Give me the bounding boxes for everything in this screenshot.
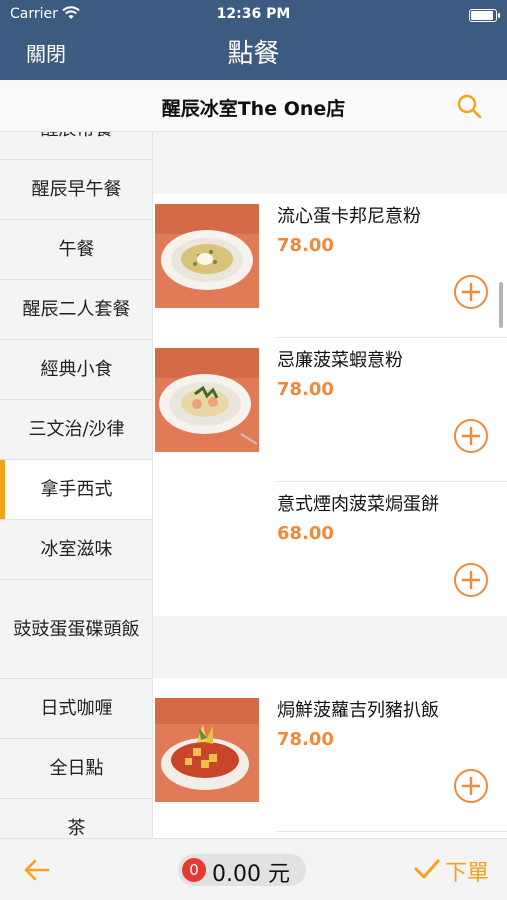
category-label: 醒辰常餐	[41, 132, 113, 149]
cart-count-badge: 0	[182, 858, 206, 882]
category-label: 豉豉蛋蛋碟頭飯	[13, 618, 140, 640]
shrimp-pasta-image	[155, 348, 259, 452]
category-item[interactable]: 醒辰二人套餐	[0, 280, 152, 340]
category-label: 日式咖喱	[40, 698, 113, 719]
status-bar: Carrier 12:36 PM	[0, 4, 507, 26]
category-label: 醒辰二人套餐	[22, 299, 131, 320]
category-label: 經典小食	[40, 359, 113, 380]
clock: 12:36 PM	[216, 6, 291, 22]
checkmark-icon	[414, 859, 440, 879]
category-item[interactable]: 日式咖喱	[0, 679, 152, 739]
top-navigation-bar: Carrier 12:36 PM 關閉 點餐	[0, 0, 507, 80]
add-icon[interactable]	[453, 418, 489, 454]
item-price: 78.00	[277, 379, 334, 400]
search-icon[interactable]	[455, 92, 483, 120]
store-name: 醒辰冰室The One店	[161, 98, 346, 120]
section-separator	[153, 132, 507, 194]
category-label: 冰室滋味	[40, 539, 113, 560]
category-item[interactable]: 醒辰常餐	[0, 132, 152, 160]
item-price: 78.00	[277, 235, 334, 256]
category-item[interactable]: 全日點	[0, 739, 152, 799]
menu-item[interactable]: 忌廉菠菜蝦意粉 78.00	[153, 338, 507, 482]
bottom-bar: 0 0.00 元 下單	[0, 838, 507, 900]
add-icon[interactable]	[453, 562, 489, 598]
battery-icon	[469, 9, 500, 22]
item-name: 流心蛋卡邦尼意粉	[277, 206, 421, 227]
category-item[interactable]: 經典小食	[0, 340, 152, 400]
cart-summary[interactable]: 0 0.00 元	[178, 854, 306, 887]
carbonara-image	[155, 204, 259, 308]
category-item[interactable]: 午餐	[0, 220, 152, 280]
item-price: 78.00	[277, 729, 334, 750]
menu-list[interactable]: 流心蛋卡邦尼意粉 78.00 忌廉菠菜蝦意粉 78.00 意式煙肉菠菜焗蛋餅 6…	[153, 132, 507, 838]
scrollbar[interactable]	[499, 282, 503, 328]
category-label: 茶	[67, 818, 86, 838]
category-item[interactable]: 豉豉蛋蛋碟頭飯	[0, 580, 152, 679]
item-name: 忌廉菠菜蝦意粉	[277, 350, 403, 371]
place-order-label: 下單	[445, 861, 490, 886]
category-item[interactable]: 茶	[0, 799, 152, 838]
page-title: 點餐	[227, 39, 280, 69]
item-name: 意式煙肉菠菜焗蛋餅	[277, 494, 439, 515]
place-order-button[interactable]: 下單	[413, 853, 495, 887]
category-list: 醒辰常餐醒辰早午餐午餐醒辰二人套餐經典小食三文治/沙律拿手西式冰室滋味豉豉蛋蛋碟…	[0, 132, 152, 838]
item-price: 68.00	[277, 523, 334, 544]
category-label: 拿手西式	[40, 479, 113, 500]
cart-total: 0.00 元	[212, 862, 290, 887]
category-item[interactable]: 三文治/沙律	[0, 400, 152, 460]
category-sidebar[interactable]: 醒辰常餐醒辰早午餐午餐醒辰二人套餐經典小食三文治/沙律拿手西式冰室滋味豉豉蛋蛋碟…	[0, 132, 153, 838]
divider	[277, 831, 507, 832]
menu-item[interactable]: 意式煙肉菠菜焗蛋餅 68.00	[153, 482, 507, 626]
category-label: 醒辰早午餐	[31, 179, 122, 200]
menu-item[interactable]: 焗鮮菠蘿吉列豬扒飯 78.00	[153, 688, 507, 832]
item-name: 焗鮮菠蘿吉列豬扒飯	[277, 700, 439, 721]
category-item[interactable]: 拿手西式	[0, 460, 152, 520]
add-icon[interactable]	[453, 274, 489, 310]
pork-chop-rice-image	[155, 698, 259, 802]
category-label: 午餐	[58, 239, 95, 260]
add-icon[interactable]	[453, 768, 489, 804]
app-screen: Carrier 12:36 PM 關閉 點餐 醒辰冰室The One店 醒辰常餐…	[0, 0, 507, 900]
back-arrow-icon[interactable]	[22, 855, 52, 885]
category-label: 三文治/沙律	[28, 419, 125, 440]
store-header: 醒辰冰室The One店	[0, 80, 507, 132]
category-item[interactable]: 醒辰早午餐	[0, 160, 152, 220]
category-label: 全日點	[49, 758, 104, 779]
category-item[interactable]: 冰室滋味	[0, 520, 152, 580]
menu-item[interactable]: 流心蛋卡邦尼意粉 78.00	[153, 194, 507, 338]
